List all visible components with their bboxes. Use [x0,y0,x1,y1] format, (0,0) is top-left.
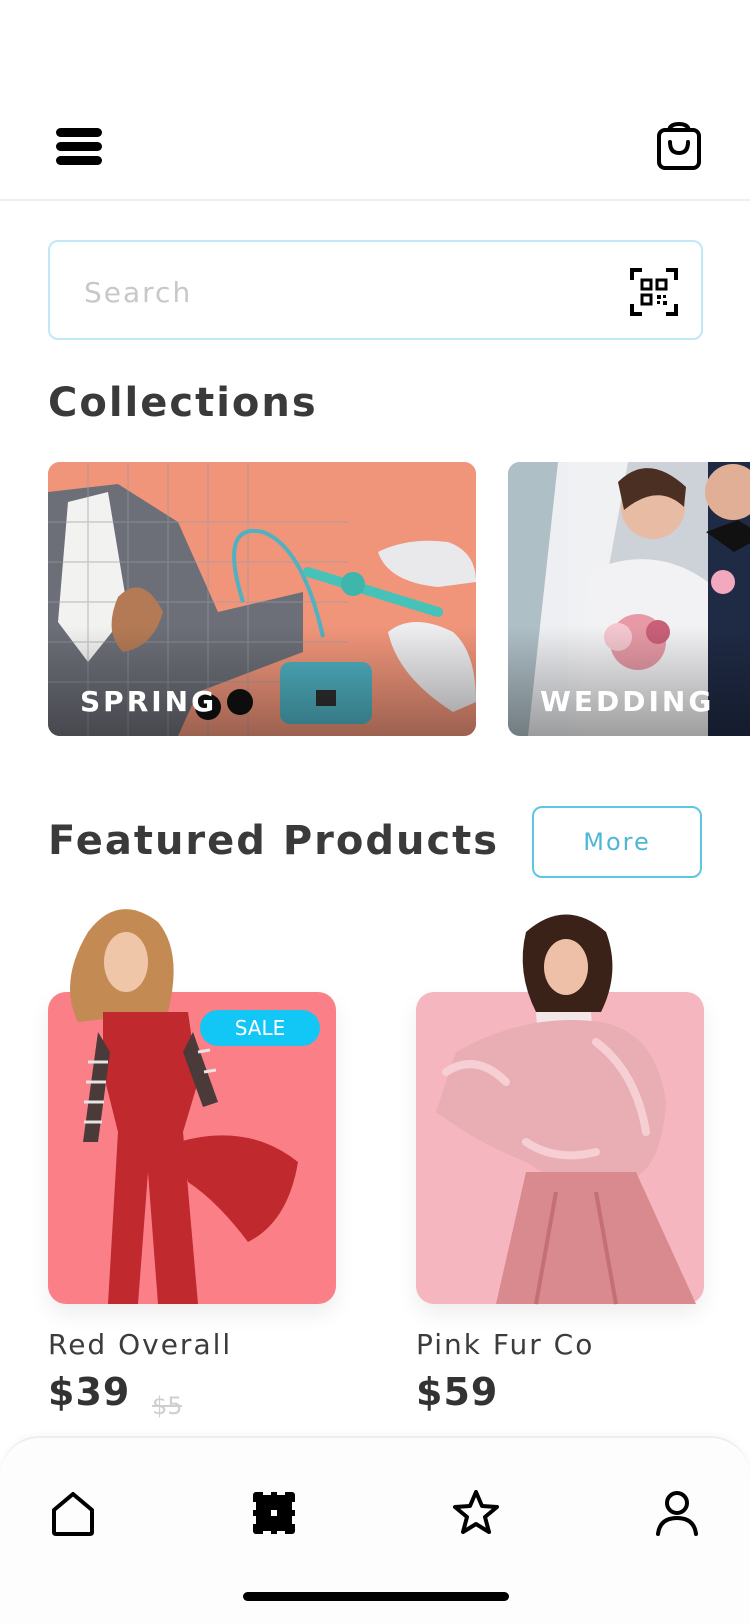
collection-label-spring: SPRING [80,685,218,718]
featured-products-title: Featured Products [48,818,500,864]
shopping-bag-icon[interactable] [656,121,702,170]
product-name: Pink Fur Co [416,1328,595,1361]
label-shade [508,626,750,736]
search-box [48,240,703,340]
hamburger-menu-icon[interactable] [56,128,104,166]
pink-fur-model-image [436,914,696,1305]
menu-line [56,156,102,165]
home-indicator [243,1592,509,1601]
red-overall-model-image [70,909,298,1304]
grid-icon[interactable] [249,1488,299,1538]
top-bar [0,0,750,201]
more-button[interactable]: More [532,806,702,878]
menu-line [56,142,102,151]
collections-carousel[interactable]: SPRING WEDDING [48,462,750,737]
product-price: $59 [416,1370,499,1414]
product-old-price: $59 [152,1392,182,1420]
star-icon[interactable] [451,1488,501,1538]
home-icon[interactable] [48,1488,98,1538]
qr-scan-icon[interactable] [630,268,678,316]
collection-card-spring[interactable]: SPRING [48,462,476,736]
collection-label-wedding: WEDDING [540,685,715,718]
search-input[interactable] [84,270,604,314]
sale-badge: SALE [200,1010,320,1046]
collections-title: Collections [48,380,318,426]
collection-card-wedding[interactable]: WEDDING [508,462,750,736]
user-icon[interactable] [652,1488,702,1538]
product-photo-red-overall: SALE [48,909,336,1304]
product-name: Red Overall [48,1328,233,1361]
product-photo-pink-fur [416,914,704,1305]
menu-line [56,128,102,137]
label-shade [48,626,476,736]
product-price: $39 [48,1370,131,1414]
